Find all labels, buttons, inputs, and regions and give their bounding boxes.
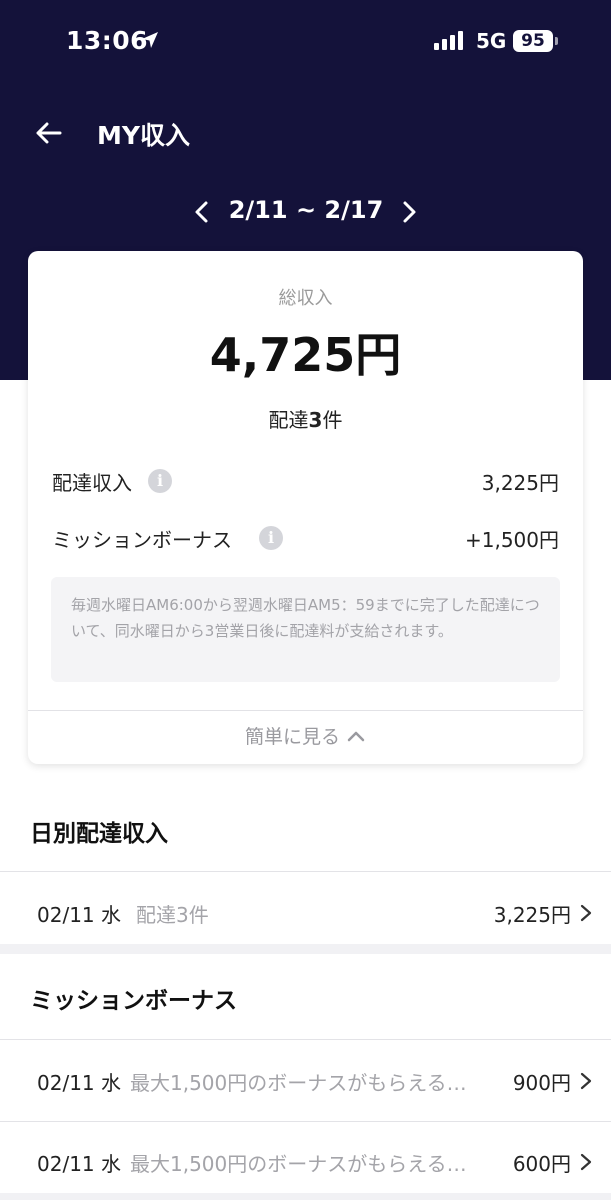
delivery-count-number: 3 [308,408,323,432]
delivery-income-label: 配達収入 [52,471,132,495]
delivery-count-suffix: 件 [322,408,343,432]
mission-bonus-title: ミッションボーナス [30,988,237,1014]
list-item[interactable]: 02/11 水 最大1,500円のボーナスがもらえる… 600円 [0,1126,611,1198]
list-item-amount: 600円 [512,1152,571,1176]
date-range: 2/11 ~ 2/17 [228,196,384,224]
delivery-count-prefix: 配達 [268,408,309,432]
chevron-right-icon [580,1072,592,1090]
income-summary-card: 総収入 4,725円 配達3件 配達収入 i 3,225円 ミッションボーナス … [28,251,583,764]
info-icon[interactable]: i [148,469,172,493]
arrow-left-icon[interactable] [33,118,63,148]
list-item-date: 02/11 水 [37,1152,121,1176]
chevron-right-icon [580,1153,592,1171]
network-type: 5G [476,29,507,53]
section-gap [0,944,611,954]
chevron-up-icon [347,731,365,741]
chevron-right-icon[interactable] [397,199,421,225]
battery-tip [555,37,558,45]
collapse-button[interactable]: 簡単に見る [28,711,583,764]
list-item-desc: 配達3件 [136,903,209,927]
chevron-left-icon[interactable] [190,199,214,225]
battery-level: 95 [513,30,553,52]
chevron-right-icon [580,904,592,922]
section-gap [0,1193,611,1200]
payment-note: 毎週水曜日AM6:00から翌週水曜日AM5：59までに完了した配達について、同水… [51,577,560,682]
mission-bonus-label: ミッションボーナス [52,528,232,552]
list-item-desc: 最大1,500円のボーナスがもらえる… [130,1071,467,1095]
total-income-label: 総収入 [278,288,333,309]
delivery-income-value: 3,225円 [481,471,559,495]
list-item-amount: 900円 [512,1071,571,1095]
list-item-desc: 最大1,500円のボーナスがもらえる… [130,1152,467,1176]
list-item-date: 02/11 水 [37,903,121,927]
total-income-value: 4,725円 [209,328,402,382]
page-title: MY収入 [97,121,190,150]
divider [0,871,611,872]
list-item[interactable]: 02/11 水 配達3件 3,225円 [0,877,611,949]
divider [0,1039,611,1040]
list-item-amount: 3,225円 [493,903,571,927]
cellular-signal-icon [434,31,463,50]
list-item[interactable]: 02/11 水 最大1,500円のボーナスがもらえる… 900円 [0,1045,611,1117]
mission-bonus-value: +1,500円 [464,528,559,552]
collapse-label: 簡単に見る [244,726,340,748]
status-bar: 13:06 5G 95 [0,0,611,84]
status-time: 13:06 [66,26,149,55]
delivery-count: 配達3件 [28,404,583,433]
info-icon[interactable]: i [259,526,283,550]
daily-income-title: 日別配達収入 [30,821,168,847]
list-item-date: 02/11 水 [37,1071,121,1095]
location-arrow-icon [142,32,158,48]
divider [0,1121,611,1122]
